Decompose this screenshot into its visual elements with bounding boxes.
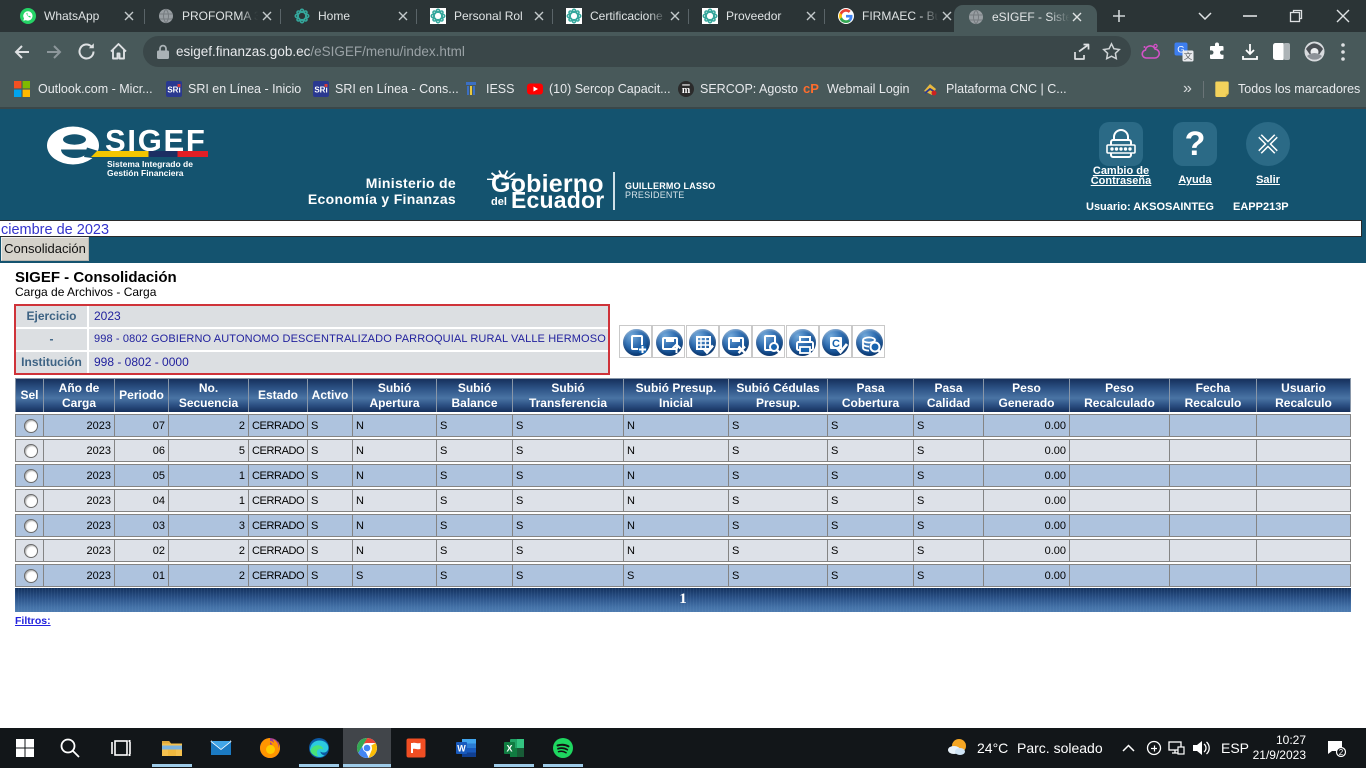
svg-text:文: 文	[1184, 51, 1193, 61]
svg-text:W: W	[457, 744, 466, 754]
svg-text:X: X	[506, 744, 512, 754]
svg-text:m: m	[682, 85, 691, 96]
svg-text:2: 2	[1339, 748, 1344, 757]
